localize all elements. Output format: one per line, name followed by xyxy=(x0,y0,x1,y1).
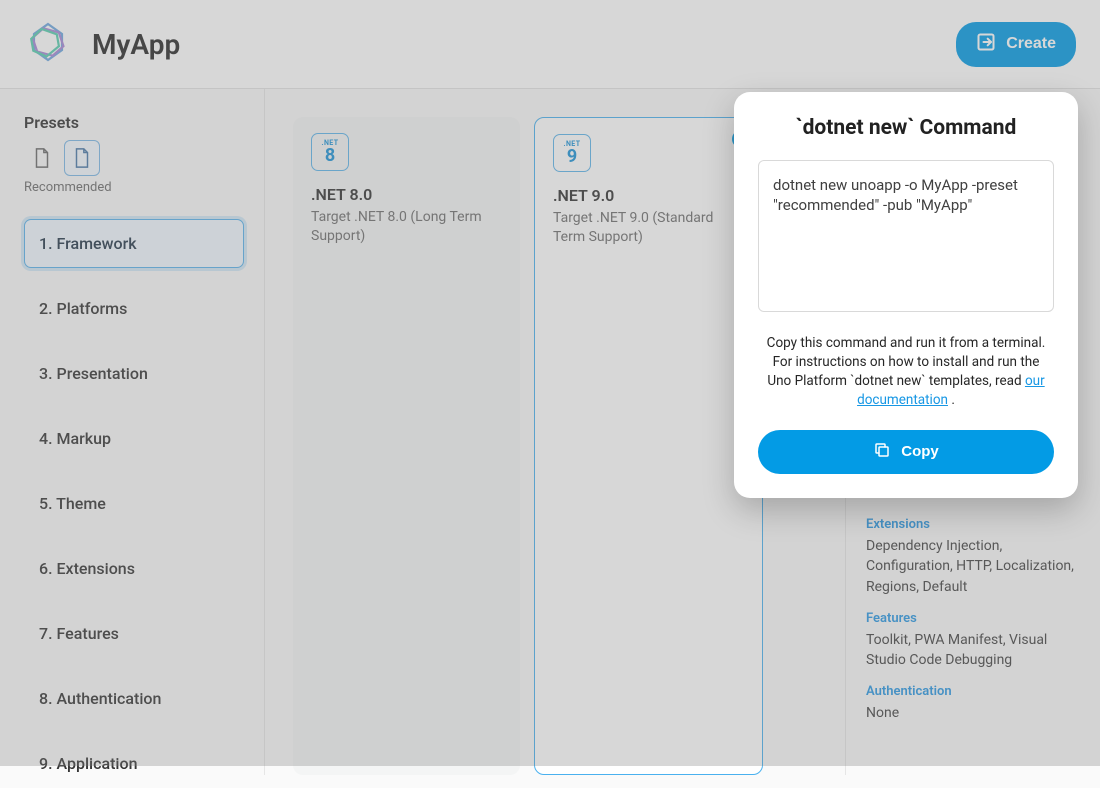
framework-sub: Target .NET 8.0 (Long Term Support) xyxy=(311,208,502,246)
help-text-after: . xyxy=(948,392,955,408)
framework-card-net8[interactable]: .NET 8 .NET 8.0 Target .NET 8.0 (Long Te… xyxy=(293,117,520,775)
step-markup[interactable]: 4. Markup xyxy=(24,414,244,463)
framework-card-net9[interactable]: .NET 9 .NET 9.0 Target .NET 9.0 (Standar… xyxy=(534,117,763,775)
preset-recommended[interactable] xyxy=(64,140,100,176)
brand: MyApp xyxy=(24,18,180,70)
popover-help: Copy this command and run it from a term… xyxy=(758,334,1054,410)
step-theme[interactable]: 5. Theme xyxy=(24,479,244,528)
summary-features: Features Toolkit, PWA Manifest, Visual S… xyxy=(866,611,1078,671)
preset-sub-label: Recommended xyxy=(24,180,244,195)
app-title: MyApp xyxy=(92,28,180,61)
copy-button-label: Copy xyxy=(901,443,939,460)
summary-authentication: Authentication None xyxy=(866,684,1078,723)
step-extensions[interactable]: 6. Extensions xyxy=(24,544,244,593)
summary-body: Dependency Injection, Configuration, HTT… xyxy=(866,536,1078,597)
create-button-label: Create xyxy=(1006,35,1056,53)
command-text[interactable]: dotnet new unoapp -o MyApp -preset "reco… xyxy=(758,160,1054,312)
preset-blank[interactable] xyxy=(24,140,60,176)
brand-logo xyxy=(24,18,72,70)
summary-body: Toolkit, PWA Manifest, Visual Studio Cod… xyxy=(866,630,1078,671)
framework-title: .NET 9.0 xyxy=(553,186,744,205)
step-platforms[interactable]: 2. Platforms xyxy=(24,284,244,333)
step-list: 1. Framework 2. Platforms 3. Presentatio… xyxy=(24,219,244,788)
copy-button[interactable]: Copy xyxy=(758,430,1054,474)
popover-title: `dotnet new` Command xyxy=(758,116,1054,140)
sidebar: Presets Recommended 1. Framework 2. Plat… xyxy=(0,89,265,775)
app-header: MyApp Create xyxy=(0,0,1100,89)
summary-title: Features xyxy=(866,611,1078,626)
step-application[interactable]: 9. Application xyxy=(24,739,244,788)
summary-title: Authentication xyxy=(866,684,1078,699)
summary-body: None xyxy=(866,703,1078,723)
framework-sub: Target .NET 9.0 (Standard Term Support) xyxy=(553,209,744,247)
step-features[interactable]: 7. Features xyxy=(24,609,244,658)
net-badge-8: .NET 8 xyxy=(311,133,349,171)
summary-extensions: Extensions Dependency Injection, Configu… xyxy=(866,517,1078,597)
step-framework[interactable]: 1. Framework xyxy=(24,219,244,268)
copy-icon xyxy=(873,441,891,463)
step-presentation[interactable]: 3. Presentation xyxy=(24,349,244,398)
net-badge-9: .NET 9 xyxy=(553,134,591,172)
export-icon xyxy=(976,32,996,57)
summary-title: Extensions xyxy=(866,517,1078,532)
create-button[interactable]: Create xyxy=(956,22,1076,67)
help-text-before: Copy this command and run it from a term… xyxy=(767,335,1046,389)
dotnet-command-popover: `dotnet new` Command dotnet new unoapp -… xyxy=(734,92,1078,498)
step-authentication[interactable]: 8. Authentication xyxy=(24,674,244,723)
framework-title: .NET 8.0 xyxy=(311,185,502,204)
presets-heading: Presets xyxy=(24,113,244,132)
